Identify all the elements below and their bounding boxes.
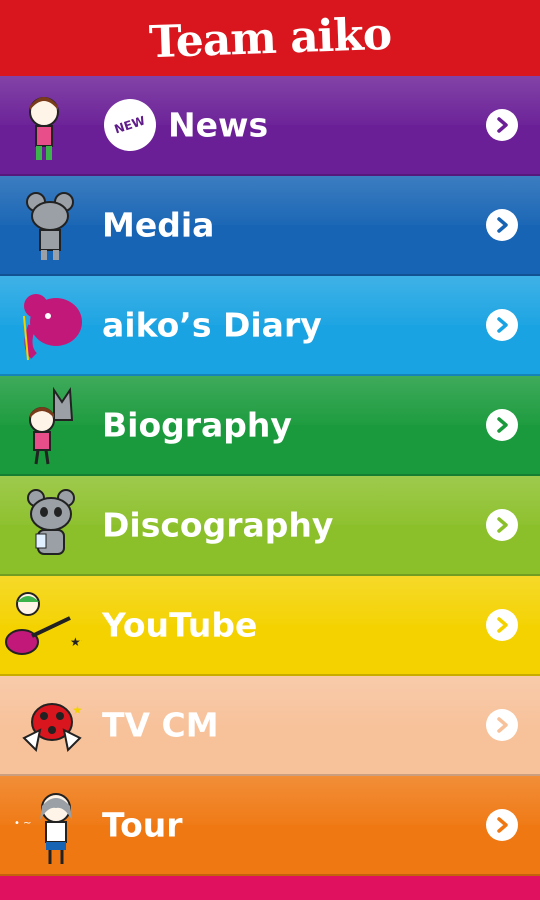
menu-item-label: Discography [102,505,334,545]
chevron-right-icon [486,709,518,741]
svg-text:★: ★ [72,703,83,717]
chevron-right-icon [486,109,518,141]
ladybug-icon: ★ [22,703,83,753]
menu-item-discography[interactable]: Discography [0,476,540,576]
menu-item-youtube[interactable]: ★★ YouTube [0,576,540,676]
new-badge: NEW [104,99,156,151]
chevron-right-icon [486,509,518,541]
bear-icon [27,489,75,555]
guitar-girl-icon: ★★ [5,592,82,655]
menu-item-news[interactable]: NEW News [0,76,540,176]
chevron-right-icon [486,609,518,641]
menu-item-label: Tour [102,805,183,845]
menu-item-diary[interactable]: aiko’s Diary [0,276,540,376]
menu-item-label: Biography [102,405,292,445]
app-logo: Team aiko [148,8,392,68]
menu-item-label: News [168,105,269,145]
elephant-icon [23,294,82,361]
svg-text:★★: ★★ [70,635,82,649]
menu-item-tour[interactable]: • ~ Tour [0,776,540,876]
menu-item-label: TV CM [102,705,219,745]
girl-with-animal-icon [29,386,74,465]
menu-item-biography[interactable]: Biography [0,376,540,476]
menu-item-label: YouTube [102,605,258,645]
tour-girl-icon: • ~ [14,793,72,864]
main-menu: NEW News Media aiko’s Diary Biography Di… [0,76,540,876]
app-header: Team aiko [0,0,540,76]
menu-item-label: Media [102,205,215,245]
chevron-right-icon [486,809,518,841]
girl-icon [29,97,59,160]
mouse-icon [26,192,74,260]
chevron-right-icon [486,209,518,241]
menu-item-label: aiko’s Diary [102,305,322,345]
chevron-right-icon [486,409,518,441]
chevron-right-icon [486,309,518,341]
menu-item-media[interactable]: Media [0,176,540,276]
svg-text:• ~: • ~ [14,818,31,829]
menu-item-tvcm[interactable]: ★ TV CM [0,676,540,776]
